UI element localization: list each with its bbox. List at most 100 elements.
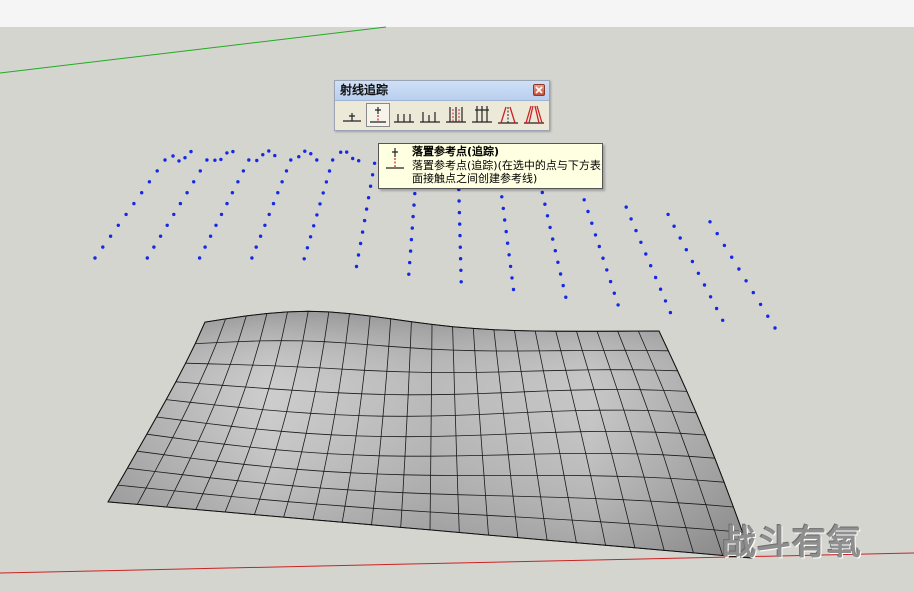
data-point bbox=[309, 152, 313, 156]
data-point bbox=[324, 180, 329, 184]
data-point bbox=[263, 223, 267, 227]
data-point bbox=[177, 159, 181, 163]
data-point bbox=[145, 256, 149, 260]
data-point bbox=[305, 246, 310, 250]
data-point bbox=[308, 235, 313, 239]
data-point bbox=[634, 228, 638, 233]
data-point bbox=[267, 149, 271, 153]
data-point bbox=[219, 157, 223, 162]
data-point bbox=[511, 287, 516, 292]
ray-trace-tool-6[interactable] bbox=[470, 103, 494, 127]
data-point bbox=[370, 173, 375, 177]
data-point bbox=[219, 212, 224, 217]
data-point bbox=[172, 212, 176, 217]
data-point bbox=[339, 150, 343, 154]
data-point bbox=[302, 257, 306, 261]
tooltip: 落置参考点(追踪) 落置参考点(追踪)(在选中的点与下方表面接触点之间创建参考线… bbox=[378, 143, 603, 189]
data-point bbox=[155, 169, 159, 173]
data-point bbox=[500, 195, 504, 199]
drop-point-icon bbox=[386, 148, 404, 169]
data-point bbox=[230, 191, 235, 195]
data-point bbox=[540, 190, 544, 195]
ray-trace-tool-4[interactable] bbox=[418, 103, 442, 127]
data-point bbox=[507, 253, 511, 257]
data-point bbox=[357, 159, 361, 163]
data-point bbox=[413, 191, 417, 196]
trace-fan-icon bbox=[524, 105, 544, 124]
data-point bbox=[459, 280, 463, 284]
ray-trace-tool-1[interactable] bbox=[340, 103, 364, 127]
data-point bbox=[315, 213, 319, 217]
data-point bbox=[198, 169, 202, 173]
data-point bbox=[553, 249, 557, 253]
drop-reference-point-tool[interactable] bbox=[366, 103, 390, 127]
terrain-surface[interactable] bbox=[107, 310, 753, 559]
data-point bbox=[321, 191, 325, 195]
data-point bbox=[508, 264, 513, 269]
data-point bbox=[356, 253, 361, 257]
tooltip-title: 落置参考点(追踪) bbox=[412, 145, 500, 158]
data-point bbox=[189, 149, 193, 154]
green-axis bbox=[0, 26, 387, 74]
data-point bbox=[318, 202, 322, 206]
close-button[interactable] bbox=[533, 84, 545, 96]
data-point bbox=[558, 272, 563, 276]
ray-trace-tool-7[interactable] bbox=[496, 103, 520, 127]
data-point bbox=[358, 241, 363, 246]
data-point bbox=[124, 212, 128, 217]
data-point bbox=[183, 156, 187, 160]
data-point bbox=[93, 256, 97, 260]
trace-multi-icon bbox=[446, 107, 466, 123]
data-point bbox=[409, 237, 414, 242]
data-point bbox=[197, 256, 202, 260]
data-point bbox=[758, 302, 763, 307]
data-point bbox=[410, 226, 414, 230]
data-point bbox=[214, 223, 218, 227]
data-point bbox=[505, 241, 510, 245]
data-point bbox=[368, 184, 373, 188]
ray-trace-tool-3[interactable] bbox=[392, 103, 416, 127]
data-point bbox=[284, 169, 289, 173]
data-point bbox=[715, 231, 719, 236]
data-point bbox=[267, 212, 271, 217]
data-point bbox=[457, 199, 461, 203]
palette-title-bar[interactable]: 射线追踪 bbox=[335, 81, 549, 101]
data-point bbox=[140, 191, 144, 195]
data-point bbox=[696, 271, 701, 275]
data-point bbox=[276, 191, 280, 195]
data-point bbox=[624, 205, 628, 209]
data-point bbox=[132, 201, 136, 206]
data-point bbox=[408, 260, 412, 265]
ray-trace-tool-8[interactable] bbox=[522, 103, 546, 127]
data-point bbox=[255, 158, 259, 163]
data-point bbox=[289, 158, 293, 162]
data-point bbox=[303, 149, 307, 153]
data-point bbox=[751, 290, 755, 295]
data-point bbox=[327, 169, 332, 173]
data-point bbox=[241, 169, 246, 173]
palette-tools bbox=[338, 103, 548, 129]
data-point bbox=[644, 252, 648, 256]
data-point bbox=[225, 201, 229, 206]
data-point bbox=[147, 180, 152, 184]
data-point bbox=[213, 158, 217, 162]
data-point bbox=[315, 158, 319, 162]
data-point bbox=[605, 268, 609, 272]
data-point bbox=[510, 276, 514, 280]
data-point bbox=[458, 245, 462, 249]
data-point bbox=[412, 203, 416, 207]
data-point bbox=[297, 155, 301, 159]
data-point bbox=[331, 158, 335, 162]
data-point bbox=[458, 257, 463, 261]
data-point bbox=[649, 264, 653, 268]
data-point bbox=[708, 220, 712, 224]
data-point bbox=[629, 217, 633, 221]
data-point bbox=[721, 318, 725, 322]
data-point bbox=[593, 233, 598, 237]
data-point bbox=[364, 207, 369, 211]
close-icon bbox=[535, 86, 543, 94]
data-point bbox=[165, 223, 169, 227]
data-point bbox=[208, 234, 213, 238]
trace-columns-icon bbox=[420, 112, 440, 123]
ray-trace-tool-5[interactable] bbox=[444, 103, 468, 127]
